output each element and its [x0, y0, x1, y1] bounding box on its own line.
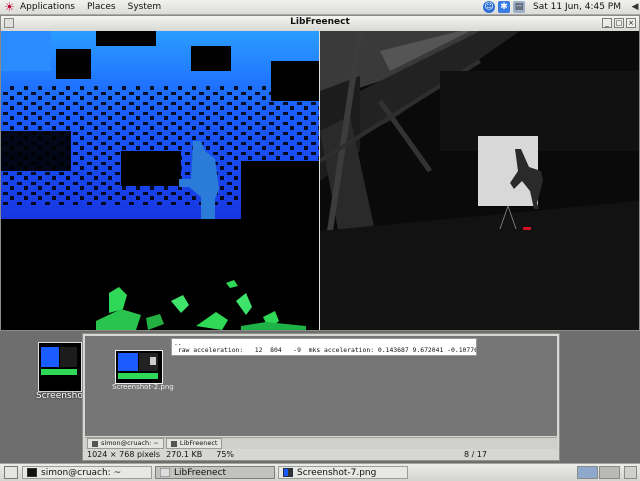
task-label: Screenshot-7.png	[297, 467, 377, 478]
minimize-button[interactable]: _	[602, 18, 612, 28]
depth-image-view	[1, 31, 319, 330]
image-size: 270.1 KB	[166, 450, 203, 459]
debian-logo-icon[interactable]: ☀	[3, 0, 16, 14]
clock[interactable]: Sat 11 Jun, 4:45 PM	[533, 2, 621, 12]
network-icon[interactable]: ▤	[513, 1, 526, 13]
window-icon	[160, 468, 170, 477]
window-icon	[170, 440, 177, 447]
close-button[interactable]: ×	[626, 18, 636, 28]
viewer-inner-taskbar: simon@cruach: ~ LibFreenect	[85, 437, 557, 449]
viewer-statusbar: 1024 × 768 pixels 270.1 KB 75% 8 / 17	[85, 449, 557, 460]
image-dimensions: 1024 × 768 pixels	[87, 450, 161, 459]
system-tray: ☺ ✱ ▤ Sat 11 Jun, 4:45 PM ◀	[480, 0, 640, 14]
rgb-camera-view	[320, 31, 639, 330]
desktop-screenshot-icon[interactable]	[38, 342, 82, 392]
trash-icon[interactable]	[624, 466, 637, 479]
show-desktop-button[interactable]	[4, 466, 18, 479]
top-panel: ☀ Applications Places System ☺ ✱ ▤ Sat 1…	[0, 0, 640, 15]
task-libfreenect[interactable]: LibFreenect	[155, 466, 275, 479]
workspace-switcher[interactable]	[576, 466, 620, 479]
task-label: simon@cruach: ~	[41, 467, 122, 478]
screenshot-thumbnail[interactable]	[115, 350, 163, 384]
volume-icon[interactable]: ◀	[630, 1, 640, 13]
mini-task-libfreenect[interactable]: LibFreenect	[165, 438, 223, 449]
libfreenect-window[interactable]: LibFreenect _ □ ×	[0, 15, 640, 331]
image-viewer-window[interactable]: .. raw acceleration: 12 804 -9 mks accel…	[82, 333, 560, 461]
task-label: LibFreenect	[174, 467, 227, 478]
workspace-1[interactable]	[577, 466, 598, 479]
mini-task-label: LibFreenect	[179, 439, 218, 447]
menu-applications[interactable]: Applications	[20, 2, 75, 12]
terminal-line: raw acceleration: 12 804 -9 mks accelera…	[174, 346, 477, 354]
mini-task-terminal[interactable]: simon@cruach: ~	[87, 438, 164, 449]
terminal-icon	[27, 468, 37, 477]
viewer-canvas: .. raw acceleration: 12 804 -9 mks accel…	[85, 336, 557, 436]
task-terminal[interactable]: simon@cruach: ~	[22, 466, 152, 479]
accessibility-icon[interactable]: ☺	[483, 1, 496, 13]
mini-task-label: simon@cruach: ~	[101, 439, 159, 447]
terminal-icon	[92, 440, 98, 447]
window-titlebar[interactable]: LibFreenect _ □ ×	[1, 16, 639, 32]
task-screenshot[interactable]: Screenshot-7.png	[278, 466, 408, 479]
maximize-button[interactable]: □	[614, 18, 624, 28]
workspace-2[interactable]	[599, 466, 620, 479]
thumbnail-label: Screenshot-2.png	[112, 383, 174, 391]
menu-places[interactable]: Places	[87, 2, 116, 12]
bottom-panel: simon@cruach: ~ LibFreenect Screenshot-7…	[0, 463, 640, 481]
bluetooth-icon[interactable]: ✱	[498, 1, 511, 13]
image-icon	[283, 468, 293, 477]
window-title: LibFreenect	[290, 17, 350, 27]
terminal-output: .. raw acceleration: 12 804 -9 mks accel…	[171, 338, 477, 356]
zoom-level: 75%	[216, 450, 235, 459]
menu-system[interactable]: System	[128, 2, 162, 12]
image-index: 8 / 17	[463, 450, 487, 459]
